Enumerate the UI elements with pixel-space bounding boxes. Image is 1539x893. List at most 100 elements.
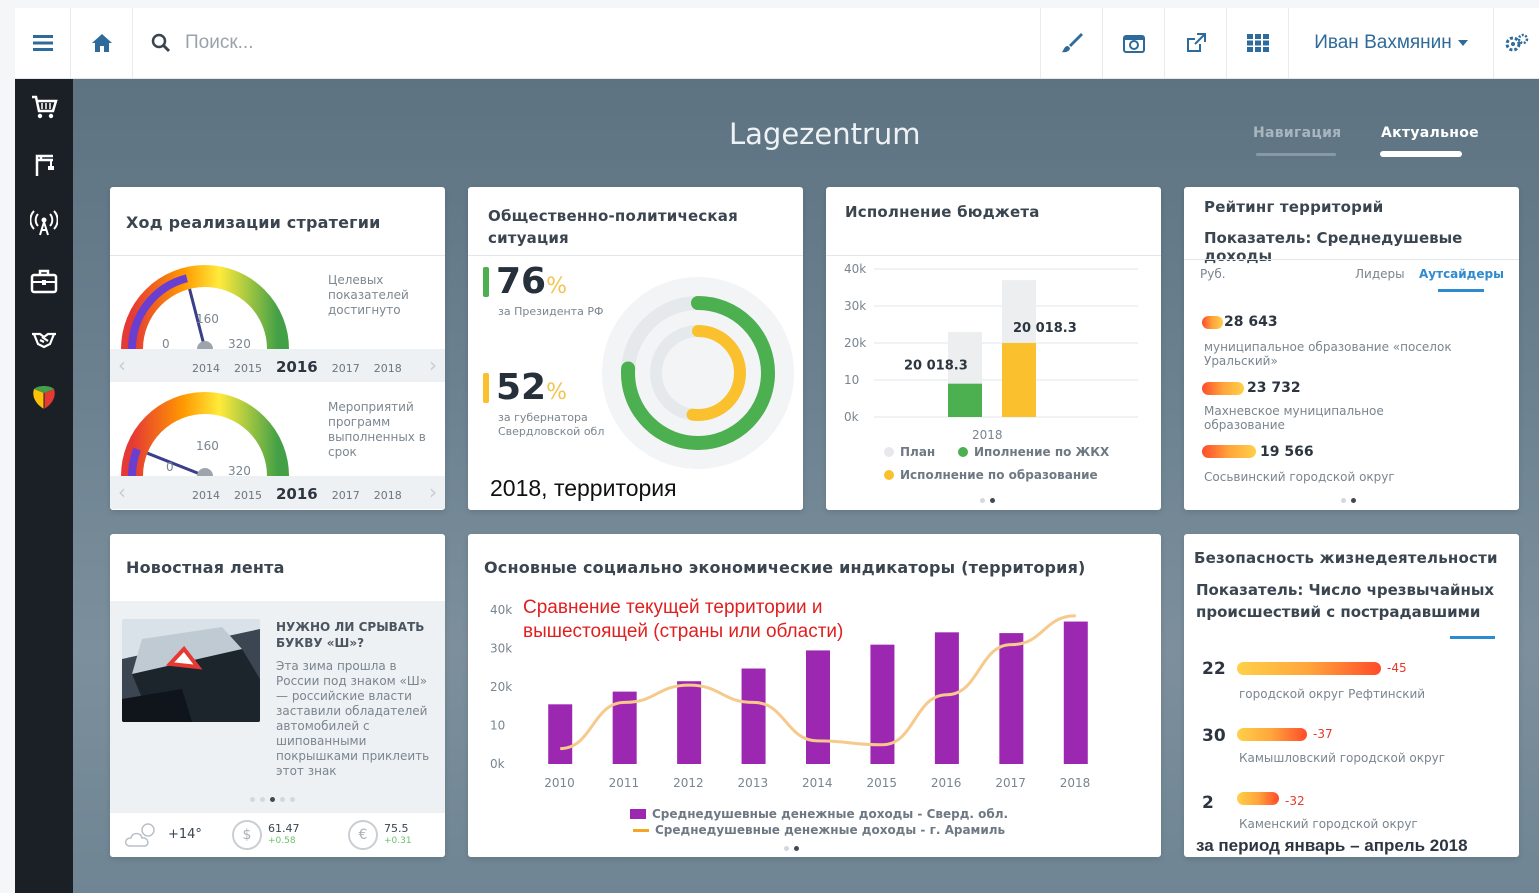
safety-card[interactable]: Безопасность жизнедеятельности Показател… <box>1184 534 1519 857</box>
year-item-current[interactable]: 2016 <box>276 358 318 376</box>
year-item[interactable]: 2018 <box>374 362 402 375</box>
year-item[interactable]: 2014 <box>192 489 220 502</box>
news-card[interactable]: Новостная лента НУЖНО ЛИ СРЫВАТЬ БУКВУ «… <box>110 534 445 857</box>
home-button[interactable] <box>71 8 133 78</box>
pager-dot-active[interactable] <box>794 846 799 851</box>
news-image[interactable] <box>122 619 260 722</box>
safety-bar <box>1237 792 1279 805</box>
rating-title: Рейтинг территорий <box>1204 198 1384 216</box>
tab-navigation[interactable]: Навигация <box>1253 125 1341 141</box>
news-headline[interactable]: НУЖНО ЛИ СРЫВАТЬ БУКВУ «Ш»? <box>276 619 436 651</box>
budget-pager[interactable] <box>980 498 995 503</box>
indicators-legend-city: Среднедушевные денежные доходы - г. Арам… <box>633 823 1005 837</box>
year-item[interactable]: 2015 <box>234 362 262 375</box>
search-input[interactable] <box>185 32 705 54</box>
strategy-card[interactable]: Ход реализации стратегии 0 160 320 Целев… <box>110 187 445 510</box>
next-year-button[interactable]: › <box>429 353 437 377</box>
tab-actual-underline <box>1380 151 1462 157</box>
sidebar-item-construction[interactable] <box>24 149 64 181</box>
menu-button[interactable] <box>15 8 71 78</box>
tab-actual[interactable]: Актуальное <box>1381 125 1479 141</box>
pager-dot[interactable] <box>290 797 295 802</box>
year-item-current[interactable]: 2016 <box>276 485 318 503</box>
gauge-1: 0 160 320 <box>121 265 289 353</box>
year-item[interactable]: 2017 <box>332 489 360 502</box>
rating-bar <box>1202 382 1244 395</box>
safety-bar <box>1237 662 1381 675</box>
y-tick-label: 20k <box>844 336 866 350</box>
housing-value-label: 20 018.3 <box>904 359 968 374</box>
pager-dot-active[interactable] <box>270 797 275 802</box>
rating-value: 19 566 <box>1260 444 1314 460</box>
pager-dot[interactable] <box>260 797 265 802</box>
y-tick-label: 30k <box>844 299 866 313</box>
rating-pager[interactable] <box>1341 498 1356 503</box>
budget-card[interactable]: Исполнение бюджета 40k 30k 20k 10 0k 20 018.3… <box>826 187 1161 510</box>
year-item[interactable]: 2014 <box>192 362 220 375</box>
y-tick-label: 0k <box>490 757 505 771</box>
governor-value: 52 <box>496 367 547 408</box>
prev-year-button[interactable]: ‹ <box>118 480 126 504</box>
year-item[interactable]: 2018 <box>374 489 402 502</box>
external-link-icon <box>1186 33 1206 52</box>
x-tick-label: 2011 <box>609 776 640 790</box>
comparison-note-line2: вышестоящей (страны или области) <box>523 621 844 642</box>
safety-delta: -32 <box>1285 794 1305 808</box>
dollar-icon: $ <box>232 820 262 850</box>
settings-button[interactable] <box>1494 8 1539 78</box>
eur-change: +0.31 <box>384 836 412 846</box>
sidebar-item-commerce[interactable] <box>24 91 64 123</box>
political-card[interactable]: Общественно-политическая ситуация 76% за… <box>468 187 803 510</box>
pager-dot[interactable] <box>784 846 789 851</box>
safety-delta: -37 <box>1313 727 1333 741</box>
safety-count: 30 <box>1202 726 1226 746</box>
safety-subtitle: Показатель: Число чрезвычайных происшест… <box>1196 581 1495 621</box>
rating-name: Махневское муниципальное образование <box>1204 404 1384 432</box>
income-bar <box>1063 621 1088 764</box>
year-item[interactable]: 2017 <box>332 362 360 375</box>
y-tick-label: 10 <box>844 373 859 387</box>
cloud-sun-icon <box>124 823 155 847</box>
main-area: Lagezentrum Навигация Актуальное Ход реа… <box>73 79 1539 893</box>
brush-button[interactable] <box>1041 8 1103 78</box>
tab-outsiders[interactable]: Аутсайдеры <box>1419 267 1504 281</box>
education-value-label: 20 018.3 <box>1013 321 1077 336</box>
rating-card[interactable]: Рейтинг территорий Показатель: Среднедуш… <box>1184 187 1519 510</box>
external-link-button[interactable] <box>1165 8 1227 78</box>
tab-leaders[interactable]: Лидеры <box>1355 267 1405 281</box>
sidebar-item-region[interactable] <box>24 381 64 413</box>
eur-value: 75.5 <box>384 822 409 835</box>
sidebar-item-business[interactable] <box>24 265 64 297</box>
governor-percent: 52% <box>496 367 567 408</box>
budget-legend-education: Исполнение по образование <box>884 468 1098 482</box>
sidebar-item-communications[interactable] <box>24 207 64 239</box>
pager-dot[interactable] <box>250 797 255 802</box>
user-menu[interactable]: Иван Вахмянин <box>1289 8 1494 78</box>
pager-dot[interactable] <box>980 498 985 503</box>
next-year-button[interactable]: › <box>429 480 437 504</box>
caret-down-icon <box>1457 40 1468 46</box>
income-bar <box>677 681 702 764</box>
political-donut <box>602 277 794 469</box>
pager-dot[interactable] <box>280 797 285 802</box>
pager-dot-active[interactable] <box>1351 498 1356 503</box>
prev-year-button[interactable]: ‹ <box>118 353 126 377</box>
indicators-pager[interactable] <box>784 846 799 851</box>
budget-chart: 40k 30k 20k 10 0k 20 018.3 20 018.3 2018 <box>844 262 1138 442</box>
apps-grid-button[interactable] <box>1227 8 1289 78</box>
pager-dot-active[interactable] <box>990 498 995 503</box>
news-item[interactable]: НУЖНО ЛИ СРЫВАТЬ БУКВУ «Ш»? Эта зима про… <box>110 601 445 813</box>
x-tick-label: 2010 <box>544 776 575 790</box>
news-pager[interactable] <box>250 797 295 802</box>
safety-bar <box>1237 728 1307 741</box>
search-bar <box>133 8 1041 78</box>
year-item[interactable]: 2015 <box>234 489 262 502</box>
indicators-card[interactable]: Основные социально экономические индикат… <box>468 534 1161 857</box>
temperature: +14° <box>168 826 202 842</box>
pager-dot[interactable] <box>1341 498 1346 503</box>
y-tick-label: 30k <box>490 642 512 656</box>
sidebar-item-agreements[interactable] <box>24 323 64 355</box>
screenshot-button[interactable] <box>1103 8 1165 78</box>
president-unit: % <box>546 274 568 299</box>
indicators-title: Основные социально экономические индикат… <box>484 558 1086 577</box>
